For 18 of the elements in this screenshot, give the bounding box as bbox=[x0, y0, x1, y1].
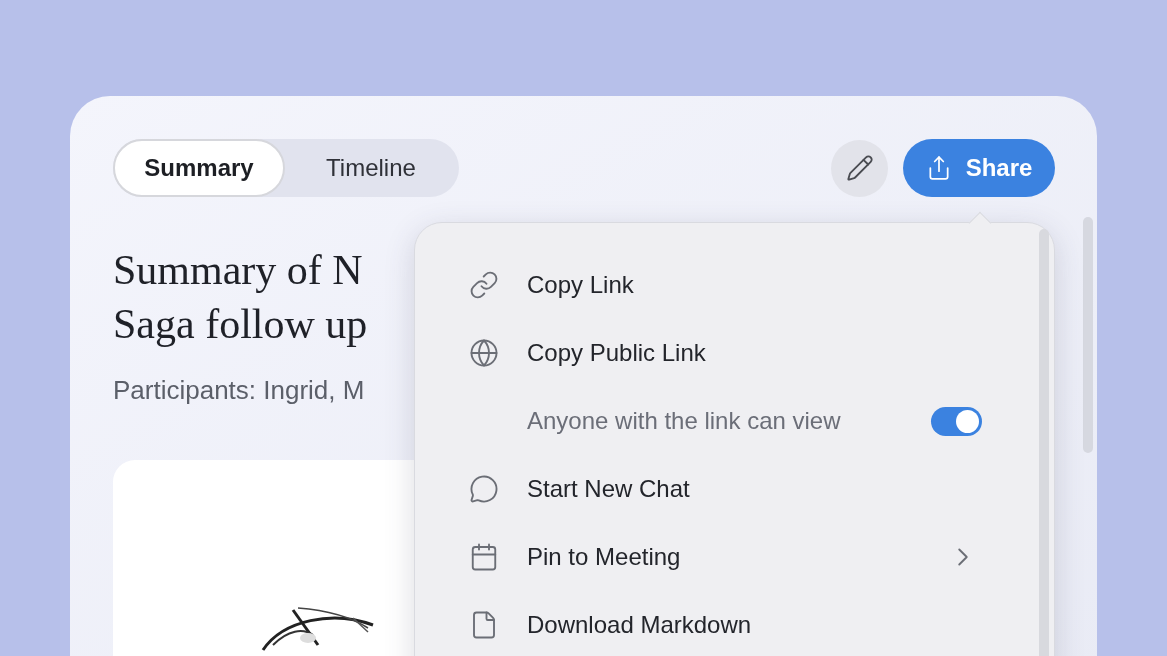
menu-item[interactable]: Download Markdown bbox=[415, 591, 1054, 656]
toggle-label: Anyone with the link can view bbox=[527, 406, 842, 436]
document-title: Saga follow up bbox=[113, 300, 368, 349]
pencil-icon bbox=[845, 154, 874, 182]
link-icon bbox=[469, 270, 499, 300]
document-title: Summary of N bbox=[113, 246, 363, 295]
menu-item[interactable]: Pin to Meeting bbox=[415, 523, 1054, 591]
participants-text: Participants: Ingrid, M bbox=[113, 374, 366, 407]
menu-item[interactable]: Copy Link bbox=[415, 251, 1054, 319]
menu-item[interactable]: Copy Public Link bbox=[415, 319, 1054, 387]
share-button[interactable]: Share bbox=[903, 139, 1055, 197]
menu-item[interactable]: Start New Chat bbox=[415, 455, 1054, 523]
speech-bubble-icon bbox=[469, 474, 499, 504]
tab[interactable]: Summary bbox=[113, 139, 285, 197]
globe-icon bbox=[469, 338, 499, 368]
tab[interactable]: Timeline bbox=[285, 139, 457, 197]
toggle-switch[interactable] bbox=[931, 406, 982, 436]
calendar-icon bbox=[469, 542, 499, 572]
